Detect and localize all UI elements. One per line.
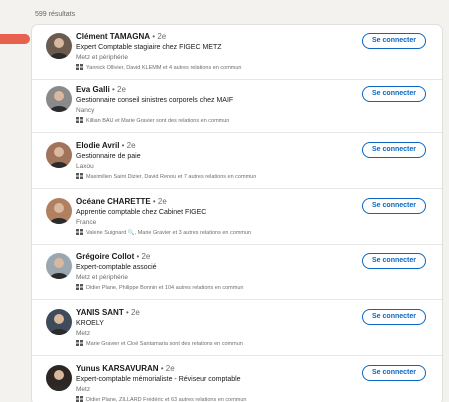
name-line: Grégoire Collot • 2e: [76, 252, 366, 262]
profile-name[interactable]: Clément TAMAGNA: [76, 32, 150, 41]
mutual-connections-icon: [76, 173, 83, 179]
name-line: Elodie Avril • 2e: [76, 141, 366, 151]
connect-button[interactable]: Se connecter: [362, 253, 426, 269]
profile-headline: Gestionnaire conseil sinistres corporels…: [76, 97, 234, 104]
profile-avatar[interactable]: [46, 365, 72, 391]
profile-name[interactable]: Eva Galli: [76, 85, 110, 94]
name-line: Océane CHARETTE • 2e: [76, 197, 366, 207]
profile-info: Elodie Avril • 2e Gestionnaire de paie L…: [76, 141, 366, 182]
mutual-connections-icon: [76, 64, 83, 70]
profile-location: Laxou: [76, 163, 94, 170]
profile-location: Metz et périphérie: [76, 274, 129, 281]
search-result-row[interactable]: Clément TAMAGNA • 2e Expert Comptable st…: [32, 25, 442, 80]
name-line: YANIS SANT • 2e: [76, 308, 366, 318]
mutual-connections-icon: [76, 229, 83, 235]
profile-avatar[interactable]: [46, 253, 72, 279]
profile-avatar[interactable]: [46, 198, 72, 224]
search-result-row[interactable]: YANIS SANT • 2e KROELY Metz Marie Gravie…: [32, 301, 442, 356]
profile-name[interactable]: YANIS SANT: [76, 308, 124, 317]
mutual-connections-text: Valerie Suignard 🔍, Marie Gravier et 3 a…: [86, 230, 252, 236]
connection-degree: • 2e: [150, 32, 167, 41]
profile-headline: Apprentie comptable chez Cabinet FIGEC: [76, 209, 207, 216]
profile-name[interactable]: Elodie Avril: [76, 141, 119, 150]
search-result-row[interactable]: Eva Galli • 2e Gestionnaire conseil sini…: [32, 78, 442, 133]
connect-button[interactable]: Se connecter: [362, 198, 426, 214]
profile-info: YANIS SANT • 2e KROELY Metz Marie Gravie…: [76, 308, 366, 349]
profile-info: Clément TAMAGNA • 2e Expert Comptable st…: [76, 32, 366, 73]
profile-location: Metz: [76, 330, 91, 337]
connection-degree: • 2e: [134, 252, 151, 261]
mutual-connections-icon: [76, 117, 83, 123]
connection-degree: • 2e: [158, 364, 175, 373]
connect-button[interactable]: Se connecter: [362, 309, 426, 325]
mutual-connections[interactable]: Yannick Ollivier, David KLEMM et 4 autre…: [76, 64, 366, 73]
profile-name[interactable]: Océane CHARETTE: [76, 197, 151, 206]
profile-name[interactable]: Yunus KARSAVURAN: [76, 364, 159, 373]
mutual-connections[interactable]: Valerie Suignard 🔍, Marie Gravier et 3 a…: [76, 229, 366, 238]
name-line: Eva Galli • 2e: [76, 85, 366, 95]
mutual-connections-text: Killian BAU et Marie Gravier sont des re…: [86, 118, 230, 124]
connect-button[interactable]: Se connecter: [362, 86, 426, 102]
side-tab-marker: [0, 34, 30, 44]
connection-degree: • 2e: [150, 197, 167, 206]
connection-degree: • 2e: [123, 308, 140, 317]
mutual-connections[interactable]: Didier Plane, Philippe Bonnin et 104 aut…: [76, 284, 366, 293]
profile-headline: Expert-comptable mémorialiste - Réviseur…: [76, 376, 241, 383]
search-result-row[interactable]: Elodie Avril • 2e Gestionnaire de paie L…: [32, 134, 442, 189]
results-count: 599 résultats: [35, 11, 76, 18]
connect-button[interactable]: Se connecter: [362, 365, 426, 381]
profile-headline: Gestionnaire de paie: [76, 153, 141, 160]
mutual-connections-text: Maximilien Saint Dizier, David Renou et …: [86, 174, 257, 180]
search-result-row[interactable]: Yunus KARSAVURAN • 2e Expert-comptable m…: [32, 357, 442, 402]
profile-location: Metz et périphérie: [76, 54, 129, 61]
mutual-connections-text: Didier Plane, Philippe Bonnin et 104 aut…: [86, 285, 244, 291]
mutual-connections-icon: [76, 284, 83, 290]
connect-button[interactable]: Se connecter: [362, 33, 426, 49]
mutual-connections[interactable]: Maximilien Saint Dizier, David Renou et …: [76, 173, 366, 182]
profile-headline: Expert Comptable stagiaire chez FIGEC ME…: [76, 44, 222, 51]
mutual-connections[interactable]: Didier Plane, ZILLARD Frédéric et 63 aut…: [76, 396, 366, 402]
profile-location: France: [76, 219, 97, 226]
mutual-connections-text: Didier Plane, ZILLARD Frédéric et 63 aut…: [86, 397, 247, 402]
profile-avatar[interactable]: [46, 86, 72, 112]
mutual-connections[interactable]: Killian BAU et Marie Gravier sont des re…: [76, 117, 366, 126]
profile-location: Nancy: [76, 107, 95, 114]
mutual-connections-text: Yannick Ollivier, David KLEMM et 4 autre…: [86, 65, 242, 71]
profile-name[interactable]: Grégoire Collot: [76, 252, 134, 261]
profile-location: Metz: [76, 386, 91, 393]
profile-headline: Expert-comptable associé: [76, 264, 157, 271]
connection-degree: • 2e: [119, 141, 136, 150]
name-line: Yunus KARSAVURAN • 2e: [76, 364, 366, 374]
profile-avatar[interactable]: [46, 309, 72, 335]
mutual-connections-text: Marie Gravier et Cloé Santamaria sont de…: [86, 341, 243, 347]
profile-info: Yunus KARSAVURAN • 2e Expert-comptable m…: [76, 364, 366, 402]
name-line: Clément TAMAGNA • 2e: [76, 32, 366, 42]
mutual-connections-icon: [76, 340, 83, 346]
search-result-row[interactable]: Océane CHARETTE • 2e Apprentie comptable…: [32, 190, 442, 245]
profile-info: Océane CHARETTE • 2e Apprentie comptable…: [76, 197, 366, 238]
profile-avatar[interactable]: [46, 142, 72, 168]
mutual-connections[interactable]: Marie Gravier et Cloé Santamaria sont de…: [76, 340, 366, 349]
profile-info: Eva Galli • 2e Gestionnaire conseil sini…: [76, 85, 366, 126]
profile-avatar[interactable]: [46, 33, 72, 59]
search-result-row[interactable]: Grégoire Collot • 2e Expert-comptable as…: [32, 245, 442, 300]
profile-info: Grégoire Collot • 2e Expert-comptable as…: [76, 252, 366, 293]
profile-headline: KROELY: [76, 320, 104, 327]
connect-button[interactable]: Se connecter: [362, 142, 426, 158]
search-results-card: Clément TAMAGNA • 2e Expert Comptable st…: [32, 25, 442, 402]
connection-degree: • 2e: [109, 85, 126, 94]
mutual-connections-icon: [76, 396, 83, 402]
